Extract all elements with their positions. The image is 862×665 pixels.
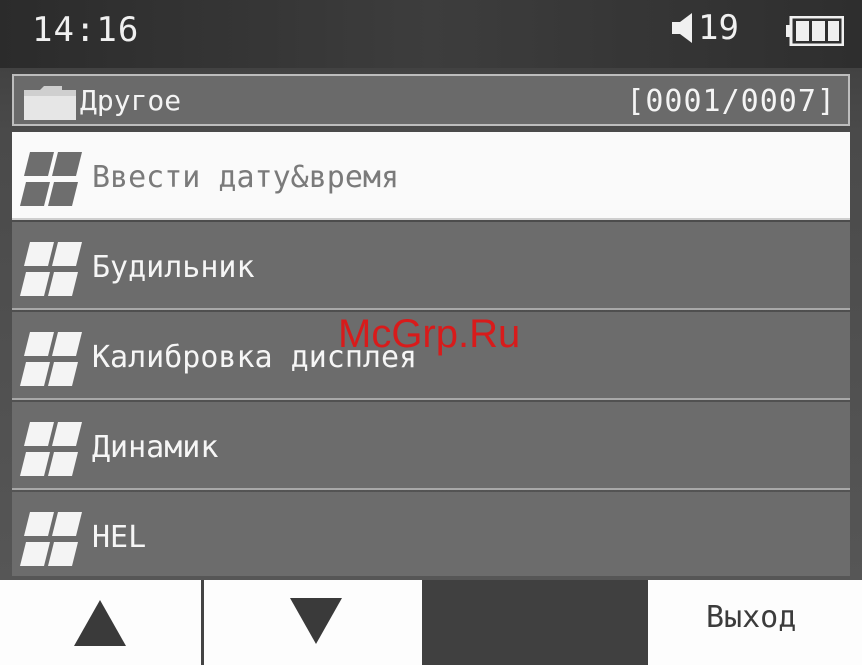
folder-name: Другое	[80, 84, 182, 117]
menu-item-label: Будильник	[92, 250, 255, 285]
menu-item-date-time[interactable]: Ввести дату&время	[12, 132, 850, 220]
device-screen: 14:16 19 Другое [0001/0007] Ввести дату&…	[0, 0, 862, 665]
softkey-bar: Выход	[0, 580, 862, 665]
tile-grid-icon	[20, 152, 84, 208]
clock: 14:16	[32, 10, 140, 50]
exit-button[interactable]: Выход	[648, 580, 862, 665]
scroll-down-button[interactable]	[206, 580, 422, 665]
speaker-icon	[672, 11, 694, 45]
exit-label: Выход	[706, 600, 797, 635]
menu-item-alarm[interactable]: Будильник	[12, 222, 850, 310]
tile-grid-icon	[20, 332, 84, 388]
triangle-down-icon	[290, 598, 342, 644]
folder-header: Другое [0001/0007]	[12, 74, 850, 126]
menu-item-speaker[interactable]: Динамик	[12, 402, 850, 490]
blank-softkey[interactable]	[422, 580, 648, 665]
menu-item-hel[interactable]: HEL	[12, 492, 850, 576]
menu-item-label: Динамик	[92, 430, 219, 465]
folder-counter: [0001/0007]	[626, 84, 836, 119]
volume-indicator: 19	[672, 8, 739, 48]
menu-item-label: Ввести дату&время	[92, 160, 400, 195]
status-bar: 14:16 19	[0, 0, 862, 68]
scroll-up-button[interactable]	[0, 580, 204, 665]
menu-item-label: HEL	[92, 520, 147, 555]
tile-grid-icon	[20, 512, 84, 568]
tile-grid-icon	[20, 422, 84, 478]
triangle-up-icon	[74, 600, 126, 646]
watermark: McGrp.Ru	[338, 312, 521, 356]
volume-level: 19	[698, 8, 739, 48]
tile-grid-icon	[20, 242, 84, 298]
battery-full-icon	[786, 16, 844, 46]
folder-icon	[22, 82, 82, 122]
